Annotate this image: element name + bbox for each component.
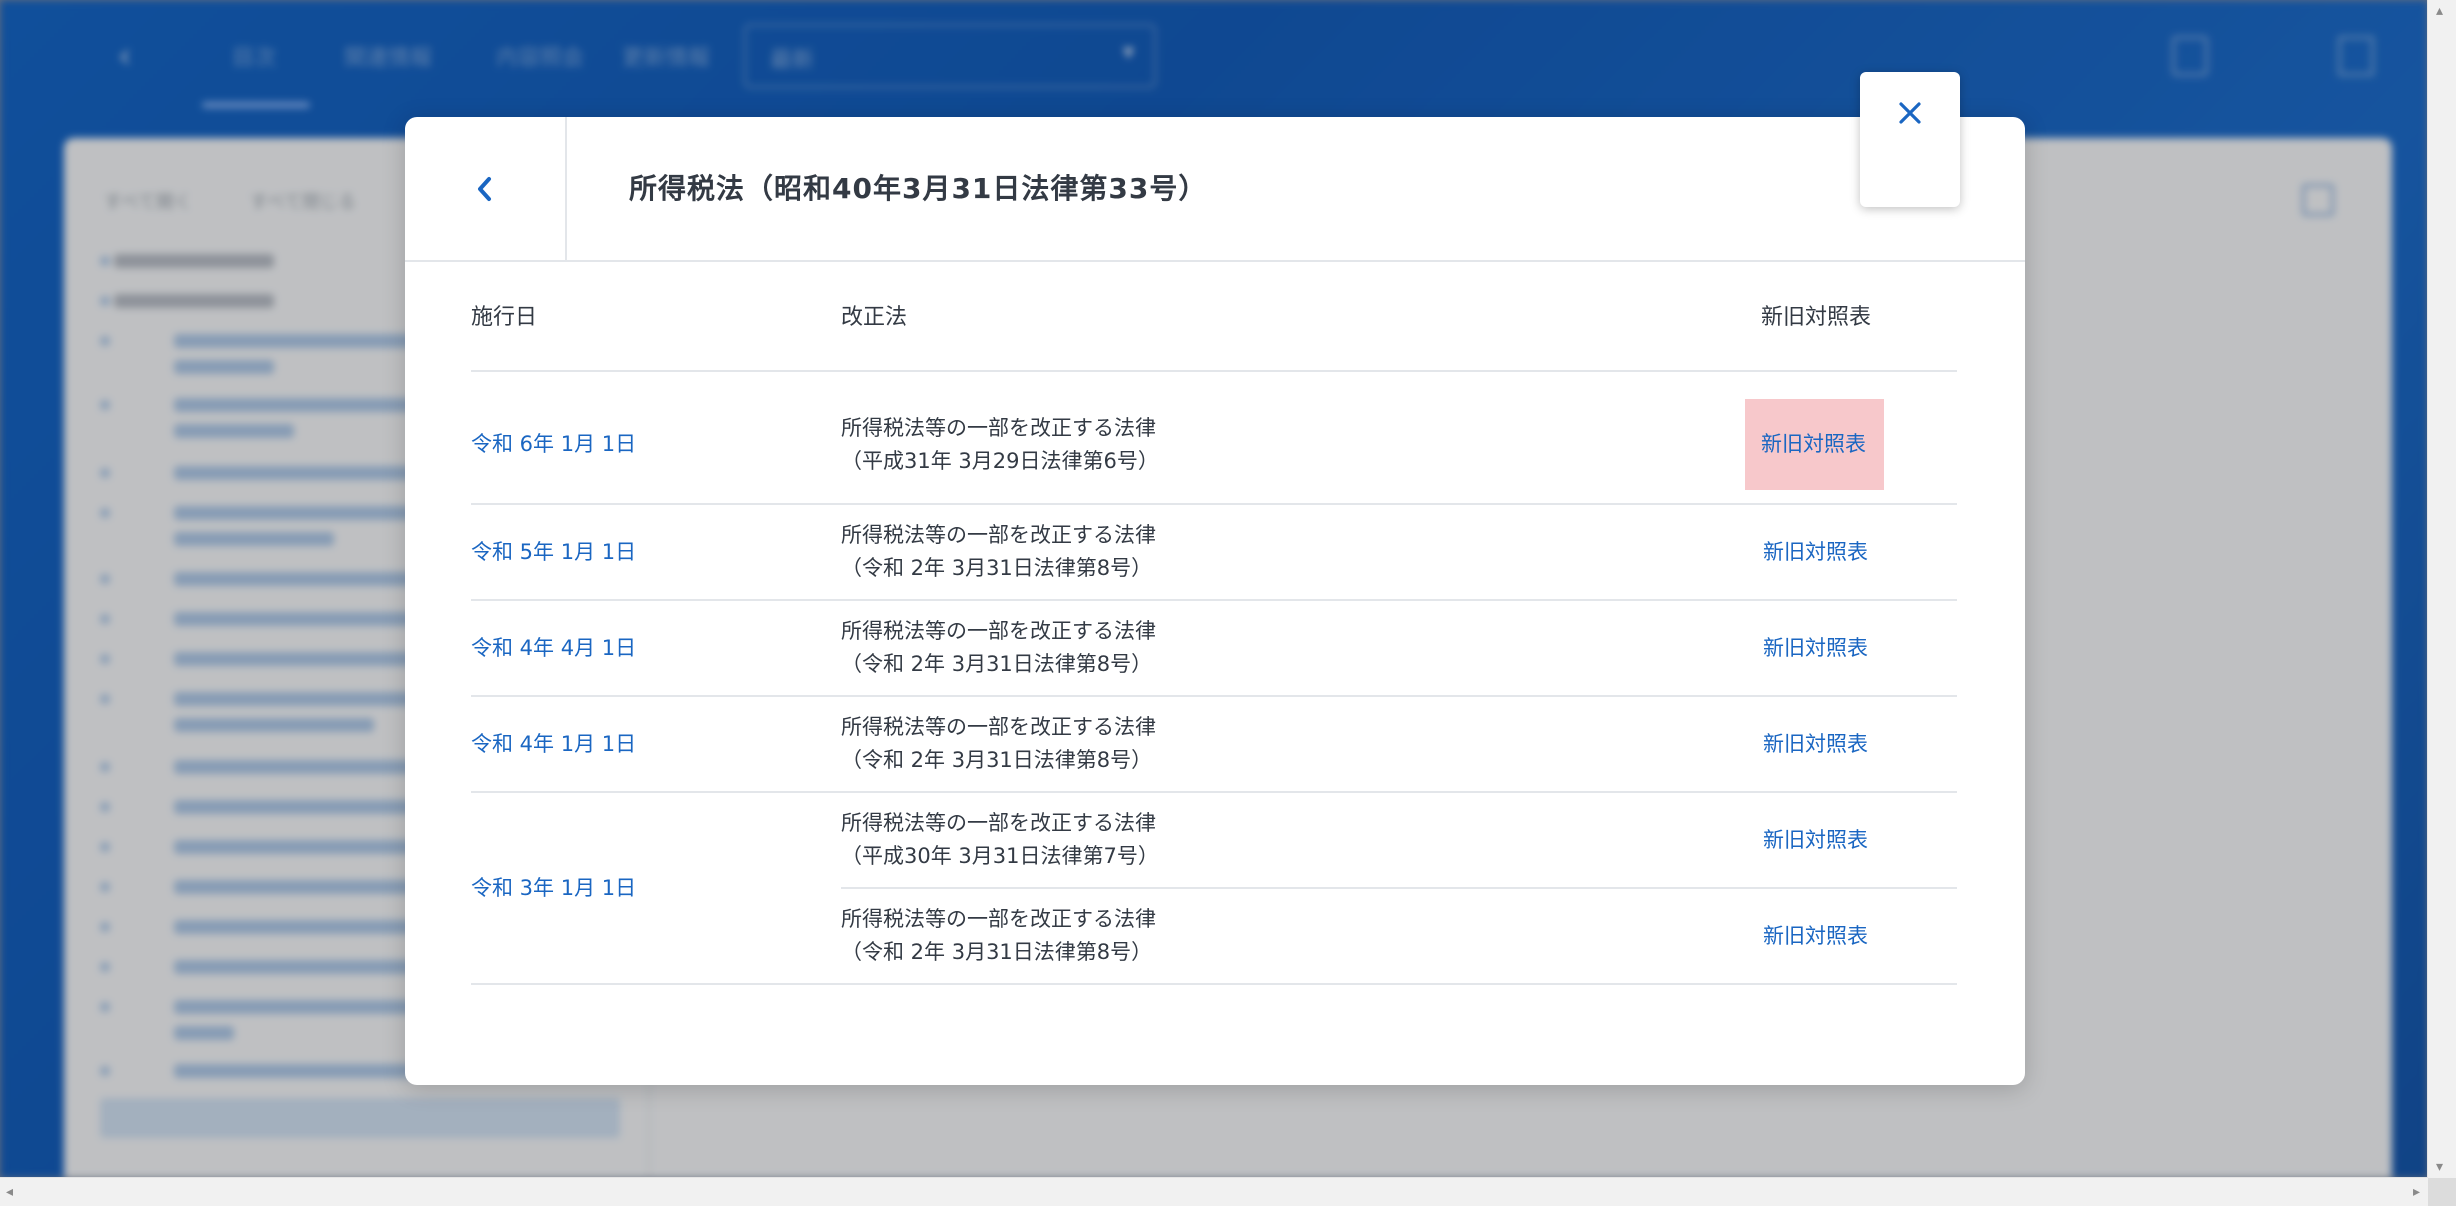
amending-law-name: 所得税法等の一部を改正する法律 [841, 715, 1156, 739]
scrollbar-corner [2428, 1178, 2456, 1206]
effective-date-link[interactable]: 令和 5年 1月 1日 [471, 540, 636, 564]
amending-law-cell: 所得税法等の一部を改正する法律 （平成31年 3月29日法律第6号） [841, 371, 1761, 505]
amendment-table: 施行日 改正法 新旧対照表 令和 6年 1月 1日 所得税法等の一部を改正する法… [471, 260, 1957, 985]
amending-law-number: （平成30年 3月31日法律第7号） [841, 844, 1159, 868]
comparison-table-link[interactable]: 新旧対照表 [1745, 399, 1884, 490]
amendment-history-dialog: 所得税法（昭和40年3月31日法律第33号） 施行日 改正法 新旧対照表 令和 … [405, 117, 2025, 1085]
amending-law-name: 所得税法等の一部を改正する法律 [841, 907, 1156, 931]
amending-law-cell: 所得税法等の一部を改正する法律 （令和 2年 3月31日法律第8号） [841, 600, 1761, 697]
table-row: 令和 4年 1月 1日 所得税法等の一部を改正する法律 （令和 2年 3月31日… [471, 696, 1957, 793]
amending-law-number: （令和 2年 3月31日法律第8号） [841, 556, 1153, 580]
amending-law-name: 所得税法等の一部を改正する法律 [841, 811, 1156, 835]
amending-law-cell: 所得税法等の一部を改正する法律 （令和 2年 3月31日法律第8号） [841, 696, 1761, 793]
column-header-law: 改正法 [841, 260, 1761, 372]
vertical-scrollbar[interactable]: ▴ ▾ [2427, 0, 2456, 1178]
comparison-table-link[interactable]: 新旧対照表 [1761, 728, 1870, 761]
back-button[interactable] [405, 117, 567, 260]
dialog-header: 所得税法（昭和40年3月31日法律第33号） [405, 117, 2025, 262]
amending-law-number: （令和 2年 3月31日法律第8号） [841, 940, 1153, 964]
amending-law-cell: 所得税法等の一部を改正する法律 （令和 2年 3月31日法律第8号） [841, 888, 1761, 985]
table-row: 令和 4年 4月 1日 所得税法等の一部を改正する法律 （令和 2年 3月31日… [471, 600, 1957, 697]
table-row: 令和 5年 1月 1日 所得税法等の一部を改正する法律 （令和 2年 3月31日… [471, 504, 1957, 601]
dialog-title: 所得税法（昭和40年3月31日法律第33号） [629, 172, 1208, 205]
comparison-table-link[interactable]: 新旧対照表 [1761, 824, 1870, 857]
amending-law-cell: 所得税法等の一部を改正する法律 （令和 2年 3月31日法律第8号） [841, 504, 1761, 601]
amending-law-number: （令和 2年 3月31日法律第8号） [841, 652, 1153, 676]
amending-law-cell: 所得税法等の一部を改正する法律 （平成30年 3月31日法律第7号） [841, 792, 1761, 889]
close-icon [1899, 102, 1921, 124]
effective-date-link[interactable]: 令和 3年 1月 1日 [471, 876, 636, 900]
column-header-date: 施行日 [471, 260, 841, 372]
comparison-table-link[interactable]: 新旧対照表 [1761, 536, 1870, 569]
comparison-table-link[interactable]: 新旧対照表 [1761, 920, 1870, 953]
amending-law-name: 所得税法等の一部を改正する法律 [841, 415, 1156, 440]
scroll-right-arrow-icon[interactable]: ▸ [2413, 1185, 2420, 1199]
effective-date-link[interactable]: 令和 4年 1月 1日 [471, 732, 636, 756]
close-button[interactable] [1860, 72, 1960, 207]
table-header-row: 施行日 改正法 新旧対照表 [471, 260, 1957, 372]
effective-date-link[interactable]: 令和 4年 4月 1日 [471, 636, 636, 660]
table-row: 令和 3年 1月 1日 所得税法等の一部を改正する法律 （平成30年 3月31日… [471, 792, 1957, 985]
chevron-left-icon [478, 176, 491, 201]
amending-law-name: 所得税法等の一部を改正する法律 [841, 523, 1156, 547]
comparison-table-link[interactable]: 新旧対照表 [1761, 632, 1870, 665]
amending-law-number: （令和 2年 3月31日法律第8号） [841, 748, 1153, 772]
effective-date-link[interactable]: 令和 6年 1月 1日 [471, 432, 636, 456]
column-header-comparison: 新旧対照表 [1761, 260, 1957, 372]
table-row: 令和 6年 1月 1日 所得税法等の一部を改正する法律 （平成31年 3月29日… [471, 371, 1957, 505]
scroll-down-arrow-icon[interactable]: ▾ [2436, 1160, 2443, 1174]
horizontal-scrollbar[interactable]: ◂ ▸ [0, 1177, 2428, 1206]
scroll-left-arrow-icon[interactable]: ◂ [6, 1185, 13, 1199]
amending-law-name: 所得税法等の一部を改正する法律 [841, 619, 1156, 643]
scroll-up-arrow-icon[interactable]: ▴ [2436, 4, 2443, 18]
amending-law-number: （平成31年 3月29日法律第6号） [841, 448, 1159, 473]
